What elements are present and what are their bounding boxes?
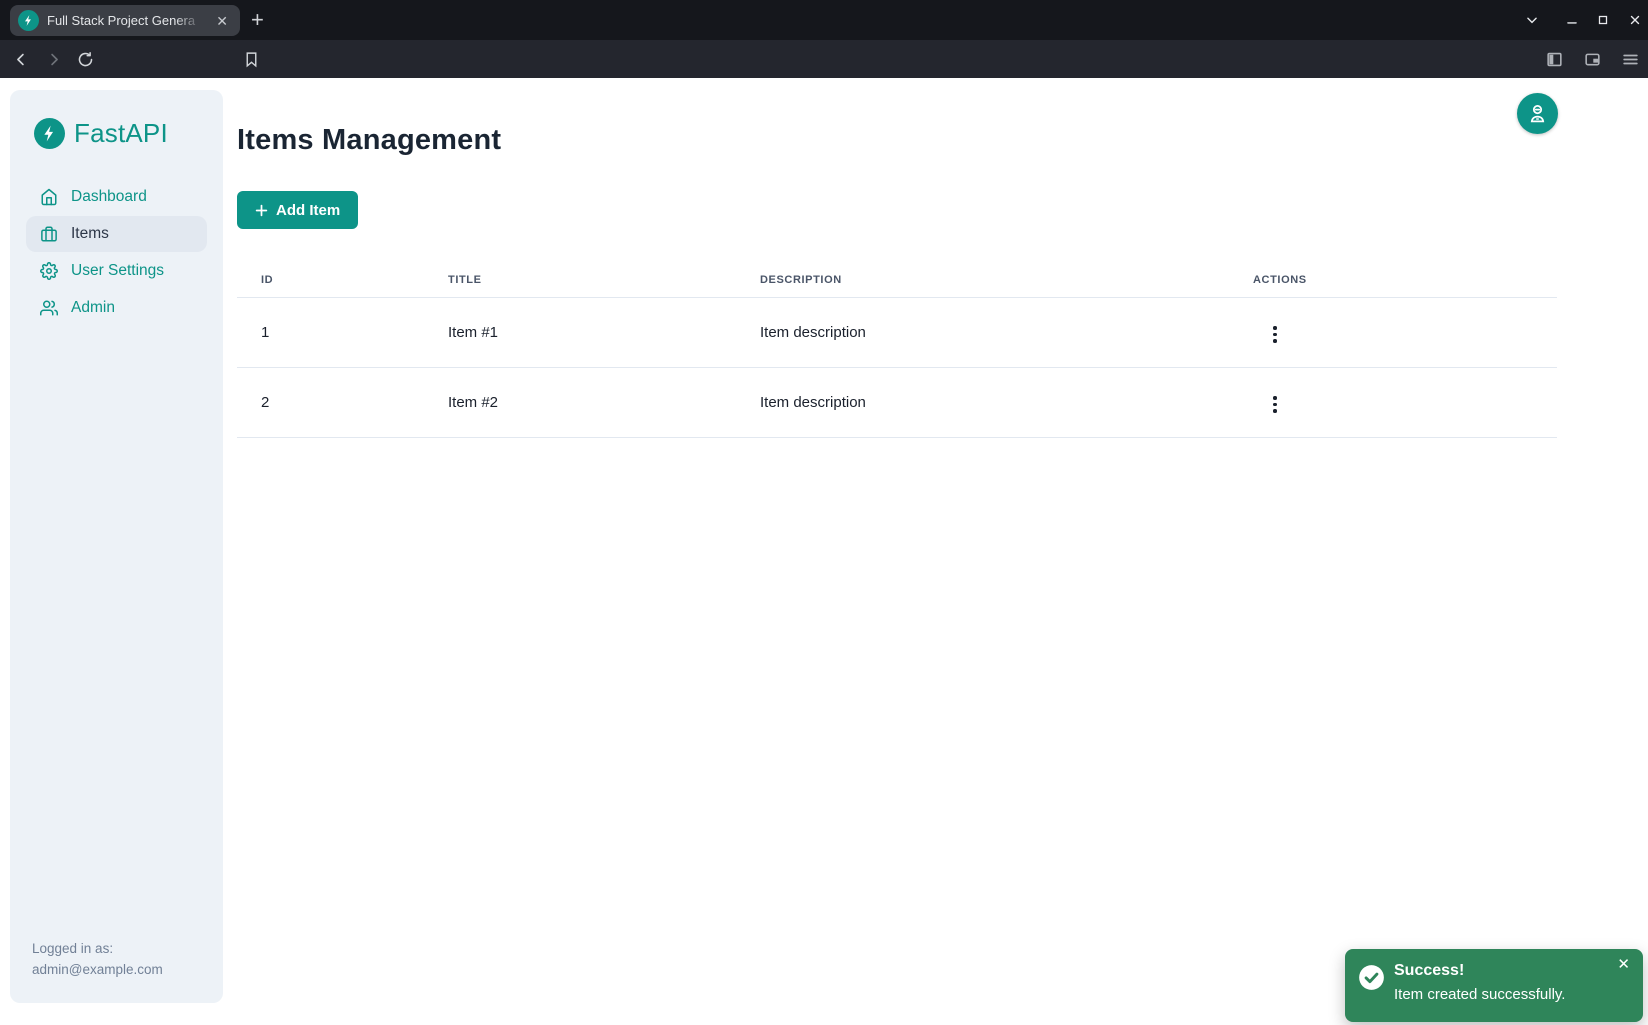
user-icon bbox=[1527, 103, 1548, 124]
logged-in-email: admin@example.com bbox=[32, 960, 163, 981]
sidebar-item-label: Admin bbox=[71, 299, 115, 317]
sidebar-item-label: User Settings bbox=[71, 262, 164, 280]
cell-description: Item description bbox=[736, 394, 1229, 411]
items-table: ID TITLE DESCRIPTION ACTIONS 1 Item #1 I… bbox=[237, 263, 1557, 438]
sidebar-item-dashboard[interactable]: Dashboard bbox=[26, 179, 207, 215]
logged-in-info: Logged in as: admin@example.com bbox=[32, 939, 163, 981]
window-minimize-button[interactable] bbox=[1557, 0, 1587, 40]
reload-icon[interactable] bbox=[70, 40, 100, 78]
check-circle-icon bbox=[1358, 964, 1385, 991]
tab-bar: Full Stack Project Genera ✕ + bbox=[0, 0, 1648, 40]
row-actions-kebab-icon[interactable] bbox=[1265, 320, 1285, 349]
table-row: 2 Item #2 Item description bbox=[237, 368, 1557, 438]
tab-title: Full Stack Project Genera bbox=[47, 13, 203, 28]
forward-icon[interactable] bbox=[38, 40, 68, 78]
main-content: Items Management Add Item ID TITLE DESCR… bbox=[237, 78, 1557, 438]
logo-text: FastAPI bbox=[74, 118, 168, 149]
toast-close-icon[interactable]: ✕ bbox=[1613, 953, 1634, 976]
sidebar-item-items[interactable]: Items bbox=[26, 216, 207, 252]
table-header-row: ID TITLE DESCRIPTION ACTIONS bbox=[237, 263, 1557, 298]
user-avatar-button[interactable] bbox=[1517, 93, 1558, 134]
cell-id: 1 bbox=[237, 324, 424, 341]
menu-hamburger-icon[interactable] bbox=[1619, 50, 1642, 69]
sidebar-item-user-settings[interactable]: User Settings bbox=[26, 253, 207, 289]
cell-description: Item description bbox=[736, 324, 1229, 341]
briefcase-icon bbox=[40, 225, 58, 243]
sidebar-panel-icon[interactable] bbox=[1543, 50, 1566, 69]
column-header-description: DESCRIPTION bbox=[736, 274, 1229, 286]
column-header-actions: ACTIONS bbox=[1229, 274, 1557, 286]
sidebar-item-admin[interactable]: Admin bbox=[26, 290, 207, 326]
bookmark-icon[interactable] bbox=[236, 40, 266, 78]
column-header-title: TITLE bbox=[424, 274, 736, 286]
back-icon[interactable] bbox=[6, 40, 36, 78]
home-icon bbox=[40, 188, 58, 206]
sidebar-item-label: Items bbox=[71, 225, 109, 243]
cell-id: 2 bbox=[237, 394, 424, 411]
sidebar-item-label: Dashboard bbox=[71, 188, 147, 206]
row-actions-kebab-icon[interactable] bbox=[1265, 390, 1285, 419]
browser-tab[interactable]: Full Stack Project Genera ✕ bbox=[10, 5, 240, 36]
cell-title: Item #2 bbox=[424, 394, 736, 411]
tab-close-icon[interactable]: ✕ bbox=[212, 12, 232, 30]
toast-message: Item created successfully. bbox=[1394, 986, 1565, 1003]
add-item-label: Add Item bbox=[276, 202, 340, 219]
users-icon bbox=[40, 299, 58, 317]
table-row: 1 Item #1 Item description bbox=[237, 298, 1557, 368]
cell-title: Item #1 bbox=[424, 324, 736, 341]
browser-toolbar: i localhost/items 1 bbox=[0, 40, 1648, 78]
page-content: FastAPI Dashboard Items User Settings Ad… bbox=[0, 78, 1648, 1025]
add-item-button[interactable]: Add Item bbox=[237, 191, 358, 229]
fastapi-favicon-icon bbox=[18, 10, 39, 31]
logged-in-label: Logged in as: bbox=[32, 939, 163, 960]
plus-icon bbox=[255, 204, 268, 217]
toast-title: Success! bbox=[1394, 962, 1464, 980]
table-body: 1 Item #1 Item description 2 Item #2 Ite… bbox=[237, 298, 1557, 438]
chevron-down-icon[interactable] bbox=[1517, 0, 1547, 40]
window-maximize-button[interactable] bbox=[1588, 0, 1618, 40]
new-tab-button[interactable]: + bbox=[243, 7, 272, 33]
fastapi-bolt-icon bbox=[34, 118, 65, 149]
page-title: Items Management bbox=[237, 124, 1557, 157]
gear-icon bbox=[40, 262, 58, 280]
success-toast: Success! Item created successfully. ✕ bbox=[1345, 949, 1643, 1022]
browser-window: Full Stack Project Genera ✕ + bbox=[0, 0, 1648, 1025]
column-header-id: ID bbox=[237, 274, 424, 286]
window-close-button[interactable] bbox=[1620, 0, 1648, 40]
wallet-icon[interactable] bbox=[1581, 50, 1604, 69]
sidebar: FastAPI Dashboard Items User Settings Ad… bbox=[10, 90, 223, 1003]
fastapi-logo: FastAPI bbox=[34, 118, 207, 149]
